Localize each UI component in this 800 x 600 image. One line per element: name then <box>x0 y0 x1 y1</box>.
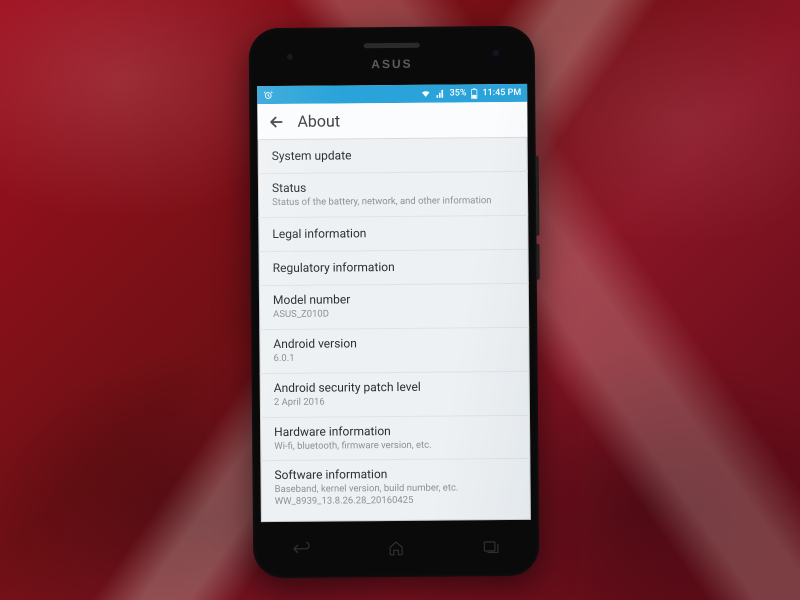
row-model-number[interactable]: Model number ASUS_Z010D <box>259 284 529 330</box>
row-title: Model number <box>273 291 515 308</box>
row-software-information[interactable]: Software information Baseband, kernel ve… <box>260 459 530 516</box>
row-title: Software information <box>274 466 516 483</box>
earpiece <box>364 43 420 48</box>
row-title: Legal information <box>272 225 514 242</box>
front-camera <box>491 48 501 58</box>
clock: 11:45 PM <box>482 88 521 98</box>
row-subtitle: Status of the battery, network, and othe… <box>272 195 514 209</box>
row-status[interactable]: Status Status of the battery, network, a… <box>258 172 528 218</box>
row-legal-information[interactable]: Legal information <box>258 216 528 252</box>
settings-list: System update Status Status of the batte… <box>258 138 531 516</box>
back-key[interactable] <box>286 537 316 561</box>
row-system-update[interactable]: System update <box>258 138 528 174</box>
capacitive-nav-keys <box>253 532 539 564</box>
app-bar: About <box>257 102 527 140</box>
wifi-icon <box>421 89 432 99</box>
signal-icon <box>436 89 446 99</box>
row-hardware-information[interactable]: Hardware information Wi-fi, bluetooth, f… <box>260 415 530 461</box>
battery-icon <box>470 88 478 99</box>
back-icon[interactable] <box>267 112 285 130</box>
alarm-icon <box>263 90 273 100</box>
row-android-version[interactable]: Android version 6.0.1 <box>259 328 529 374</box>
row-title: Regulatory information <box>273 259 515 276</box>
phone-screen: 35% 11:45 PM About System update Status … <box>257 84 531 522</box>
row-subtitle: 2 April 2016 <box>274 395 516 409</box>
row-title: Status <box>272 179 514 196</box>
recents-key[interactable] <box>476 535 506 559</box>
row-title: Android version <box>273 335 515 352</box>
row-subtitle: 6.0.1 <box>273 351 515 365</box>
home-key[interactable] <box>381 536 411 560</box>
battery-percent: 35% <box>450 88 467 98</box>
row-title: System update <box>272 147 514 164</box>
phone-top-bezel: ASUS <box>249 26 535 86</box>
status-bar: 35% 11:45 PM <box>257 84 527 104</box>
row-security-patch[interactable]: Android security patch level 2 April 201… <box>260 371 530 417</box>
phone-device: ASUS 35% 11:45 PM About <box>249 26 540 578</box>
phone-brand-label: ASUS <box>371 57 412 71</box>
proximity-sensor <box>287 54 293 60</box>
row-subtitle: Wi-fi, bluetooth, firmware version, etc. <box>274 438 516 452</box>
row-regulatory-information[interactable]: Regulatory information <box>259 250 529 286</box>
row-title: Android security patch level <box>274 379 516 396</box>
page-title: About <box>297 111 340 130</box>
row-subtitle: ASUS_Z010D <box>273 307 515 321</box>
row-title: Hardware information <box>274 422 516 439</box>
row-subtitle: Baseband, kernel version, build number, … <box>275 482 517 508</box>
